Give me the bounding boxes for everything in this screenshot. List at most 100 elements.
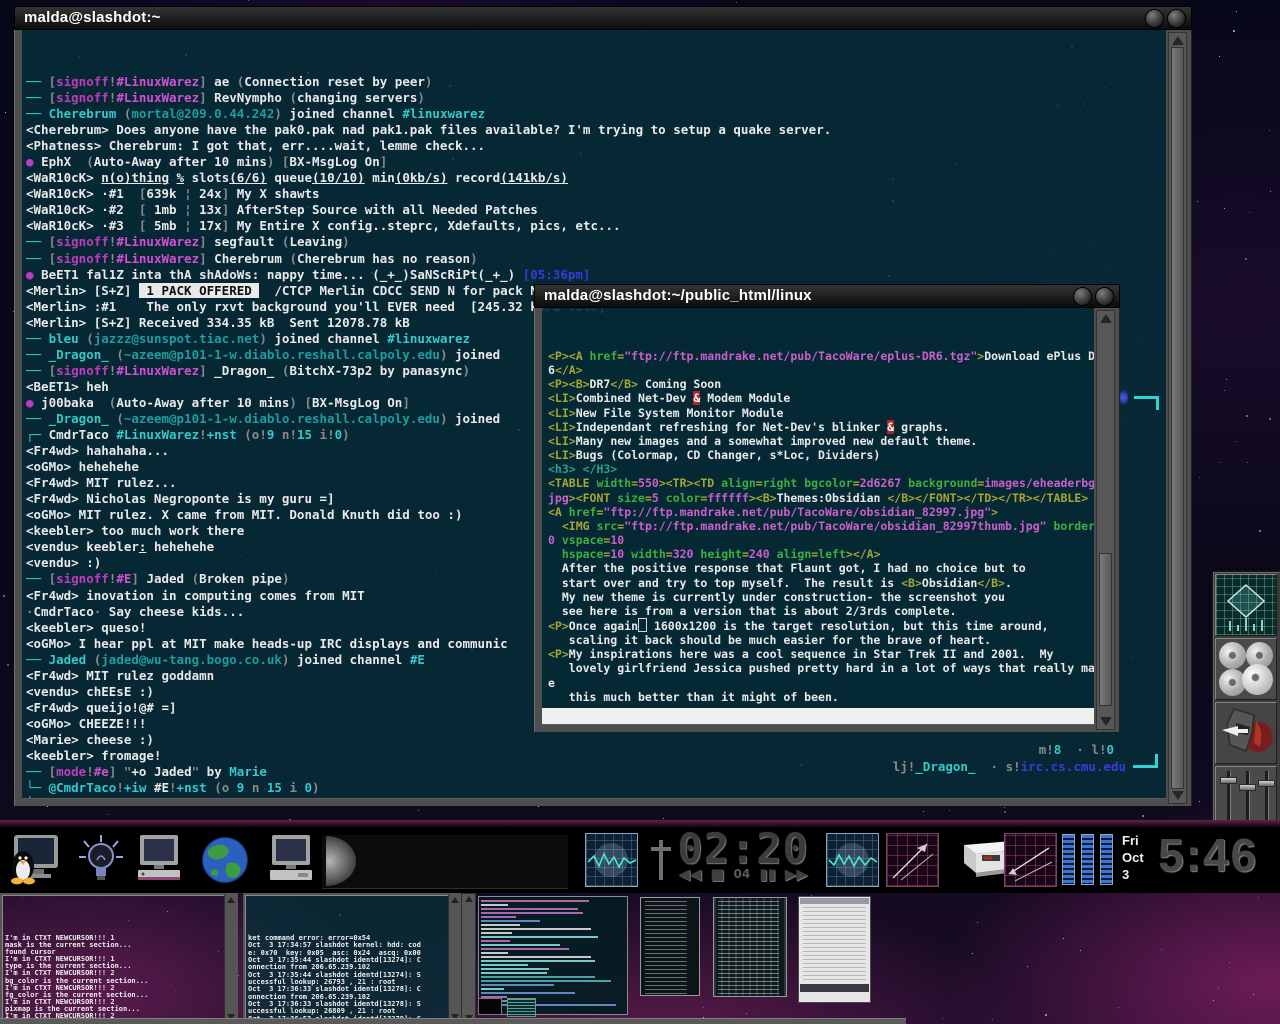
wireframe-radar-monitor[interactable]: [1004, 833, 1057, 887]
cd-stop-button[interactable]: ■: [710, 866, 724, 882]
scroll-marker-icon: [1134, 396, 1159, 410]
cd-prev-button[interactable]: ◀◀: [678, 866, 701, 882]
term-line: <Cherebrum> Does anyone have the pak0.pa…: [26, 122, 1166, 138]
term-line: start over and try to top myself. The re…: [548, 576, 1094, 590]
irc-status-server: lj!_Dragon_ · s!irc.cs.cmu.edu: [893, 759, 1126, 774]
cd-track-number: 04: [733, 866, 750, 882]
scrollbar[interactable]: [224, 895, 236, 1022]
term-line: ── [signoff!#LinuxWarez] ae (Connection …: [26, 74, 1166, 90]
titlebar-buttons: [1073, 287, 1114, 306]
knight-helmet-tile[interactable]: [1215, 702, 1277, 764]
pager-mini-window[interactable]: [640, 897, 700, 996]
terminal-log: I'm in CTXT NEWCURSOR!!! 1mask is the cu…: [2, 933, 236, 1024]
scroll-up-icon[interactable]: [1172, 36, 1184, 45]
term-line: ── [signoff!#LinuxWarez] Cherebrum (Cher…: [26, 251, 1166, 267]
wireframe-radar-monitor[interactable]: [886, 833, 939, 887]
scroll-marker-icon: [1133, 754, 1158, 768]
weekday: Fri: [1122, 832, 1144, 849]
scroll-down-icon[interactable]: [1100, 717, 1112, 726]
desktop: malda@slashdot:~ ── [signoff!#LinuxWarez…: [0, 0, 1280, 1024]
scrollbar-thumb[interactable]: [1099, 553, 1112, 705]
editor-terminal-window[interactable]: malda@slashdot:~/public_html/linux <P><A…: [534, 284, 1120, 732]
term-line: <LI>Bugs (Colormap, CD Changer, s*Loc, D…: [548, 448, 1094, 462]
term-line: <Marie> cheese :): [26, 732, 1166, 748]
mini-footer: [800, 984, 869, 992]
term-line: e: [548, 676, 1094, 690]
lightbulb-icon[interactable]: [74, 833, 128, 887]
term-line: After the positive response that Flaunt …: [548, 561, 1094, 575]
editor-content[interactable]: <P><A href="ftp://ftp.mandrake.net/pub/T…: [542, 308, 1094, 724]
oscilloscope-monitor[interactable]: [826, 833, 879, 887]
pager-mini-window[interactable]: [713, 897, 787, 997]
meter-bar: [1100, 834, 1113, 885]
scrollbar[interactable]: [1168, 32, 1187, 804]
term-line: ── Cherebrum (mortal@209.0.44.242) joine…: [26, 106, 1166, 122]
cd-player-clock[interactable]: 02:20 ◀◀ ■ 04 ▮▮ ▶▶: [664, 828, 822, 890]
term-line: <WaR10cK> n(o)thing % slots(6/6) queue(1…: [26, 170, 1166, 186]
term-line: <P><A href="ftp://ftp.mandrake.net/pub/T…: [548, 349, 1094, 363]
window-title: malda@slashdot:~: [24, 9, 161, 26]
window-iconify-button[interactable]: [1145, 9, 1164, 28]
window-close-button[interactable]: [1095, 287, 1114, 306]
scroll-up-icon[interactable]: [465, 896, 473, 902]
term-line: lovely girlfriend Jessica pushed pretty …: [548, 661, 1094, 675]
workstation-icon[interactable]: [132, 833, 186, 887]
term-line: see here is from a version that is about…: [548, 604, 1094, 618]
day: 3: [1122, 866, 1144, 883]
term-line: <LI>Many new images and a somewhat impro…: [548, 434, 1094, 448]
mini-titlebar: [800, 898, 869, 904]
term-line: hspace=10 width=320 height=240 align=lef…: [548, 547, 1094, 561]
window-iconify-button[interactable]: [1073, 287, 1092, 306]
scrollbar-thumb[interactable]: [1171, 47, 1184, 789]
scroll-down-icon[interactable]: [1172, 791, 1184, 800]
wharf-dock: [1212, 571, 1280, 829]
term-line: scaling it back should be much easier fo…: [548, 633, 1094, 647]
cd-changer-tile[interactable]: [1215, 638, 1277, 700]
titlebar[interactable]: malda@slashdot:~/public_html/linux: [534, 284, 1120, 308]
term-line: <P>My inspirations here was a cool seque…: [548, 647, 1094, 661]
term-line: <h3> </H3>: [548, 462, 1094, 476]
cd-next-button[interactable]: ▶▶: [785, 866, 808, 882]
term-line: jpg><FONT size=5 color=ffffff><B>Themes:…: [548, 491, 1094, 505]
linux-penguin-icon[interactable]: [8, 833, 62, 887]
scrollbar[interactable]: [461, 893, 476, 1024]
mini-terminal-window[interactable]: ket command error: error=0x54Oct 3 17:34…: [243, 893, 462, 1024]
calendar-widget: Fri Oct 3: [1122, 832, 1144, 883]
window-frame-right: [1094, 308, 1120, 732]
window-frame-bottom: [542, 724, 1094, 732]
scrollbar[interactable]: [1096, 310, 1115, 730]
term-line: <LI>Combined Net-Dev & Modem Module: [548, 391, 1094, 405]
cd-elapsed-time: 02:20: [664, 828, 822, 870]
oscilloscope-monitor[interactable]: [585, 833, 638, 887]
scroll-up-icon[interactable]: [227, 897, 235, 903]
system-graph-tile[interactable]: [1215, 574, 1277, 636]
half-sphere-icon[interactable]: [326, 836, 356, 886]
titlebar[interactable]: malda@slashdot:~: [14, 6, 1192, 30]
workstation-icon[interactable]: [264, 833, 318, 887]
term-line: <WaR10cK> ·#2 [ 1mb ¦ 13x] AfterStep Sou…: [26, 202, 1166, 218]
level-meters: [1062, 834, 1113, 885]
terminal-log: ket command error: error=0x54Oct 3 17:34…: [245, 933, 460, 1024]
taskbar: 02:20 ◀◀ ■ 04 ▮▮ ▶▶: [0, 820, 1280, 893]
window-frame-right: [1166, 30, 1192, 806]
scrollbar[interactable]: [448, 895, 460, 1022]
meter-bar: [1081, 834, 1094, 885]
cd-icon: [1219, 642, 1246, 669]
mini-terminal-window[interactable]: I'm in CTXT NEWCURSOR!!! 1mask is the cu…: [0, 893, 238, 1024]
window-close-button[interactable]: [1167, 9, 1186, 28]
term-line: My new theme is currently under construc…: [548, 590, 1094, 604]
cd-pause-button[interactable]: ▮▮: [759, 866, 776, 882]
mini-content: [803, 907, 866, 980]
globe-icon[interactable]: [198, 833, 252, 887]
window-frame-bottom: [0, 1018, 906, 1024]
pager-mini-window[interactable]: [507, 998, 536, 1017]
pager-mini-window[interactable]: [798, 896, 871, 1003]
term-line: 6</A>: [548, 363, 1094, 377]
scroll-up-icon[interactable]: [1100, 314, 1112, 323]
mixer-sliders-tile[interactable]: [1215, 766, 1277, 828]
pager-mini-window[interactable]: [478, 998, 502, 1015]
scroll-up-icon[interactable]: [451, 897, 459, 903]
vim-statusline: e.shtml 93,14: [542, 708, 1094, 724]
meter-bar: [1062, 834, 1075, 885]
glow-artifact: [1119, 390, 1128, 405]
